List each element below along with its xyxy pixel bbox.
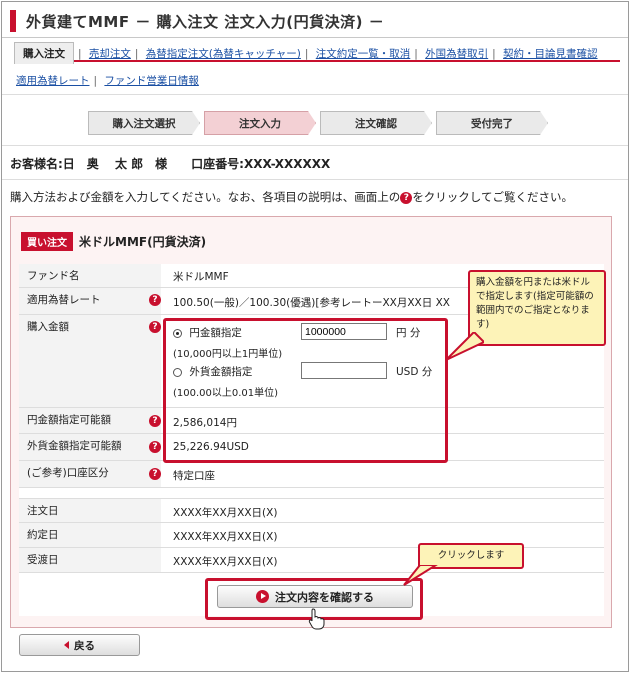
account-type-value: 特定口座 bbox=[173, 470, 215, 482]
order-date-value: XXXX年XX月XX日(X) bbox=[173, 507, 278, 519]
header-accent-bar bbox=[10, 10, 16, 32]
help-icon: ? bbox=[400, 191, 413, 204]
rate-label: 適用為替レート bbox=[19, 288, 161, 314]
divider bbox=[2, 145, 628, 146]
help-icon[interactable]: ? bbox=[149, 294, 161, 306]
sub-nav: 適用為替レート | ファンド営業日情報 bbox=[16, 75, 199, 87]
order-date-label: 注文日 bbox=[19, 499, 161, 522]
nav-link-order-list[interactable]: 注文約定一覧・取消 bbox=[316, 48, 411, 60]
settlement-date-value: XXXX年XX月XX日(X) bbox=[173, 556, 278, 568]
main-nav: 購入注文 | 売却注文 | 為替指定注文(為替キャッチャー) | 注文約定一覧・取消 |… bbox=[14, 42, 620, 64]
tab-purchase-order[interactable]: 購入注文 bbox=[14, 42, 74, 64]
row-account-type: (ご参考)口座区分 ? 特定口座 bbox=[19, 461, 604, 488]
help-icon[interactable]: ? bbox=[149, 441, 161, 453]
row-order-date: 注文日 XXXX年XX月XX日(X) bbox=[19, 498, 604, 523]
execution-date-label: 約定日 bbox=[19, 523, 161, 547]
amount-highlight bbox=[163, 318, 448, 463]
buy-order-badge: 買い注文 bbox=[21, 231, 73, 251]
help-icon[interactable]: ? bbox=[149, 415, 161, 427]
amount-callout: 購入金額を円または米ドルで指定します(指定可能額の範囲内でのご指定となります) bbox=[468, 270, 606, 346]
nav-link-applied-rate[interactable]: 適用為替レート bbox=[16, 75, 90, 87]
panel-title: 買い注文 米ドルMMF(円貨決済) bbox=[21, 231, 207, 251]
fund-title: 米ドルMMF(円貨決済) bbox=[79, 234, 207, 249]
fx-available-label: 外貨金額指定可能額 bbox=[19, 434, 161, 460]
help-icon[interactable]: ? bbox=[149, 321, 161, 333]
fund-value: 米ドルMMF bbox=[173, 271, 229, 283]
nav-link-sell-order[interactable]: 売却注文 bbox=[89, 48, 131, 60]
execution-date-value: XXXX年XX月XX日(X) bbox=[173, 531, 278, 543]
divider bbox=[2, 94, 628, 95]
page-title: 外貨建てMMF － 購入注文 注文入力(円貨決済) － bbox=[26, 13, 385, 31]
page-header: 外貨建てMMF － 購入注文 注文入力(円貨決済) － bbox=[2, 2, 628, 38]
back-arrow-icon bbox=[64, 641, 69, 649]
help-icon[interactable]: ? bbox=[149, 468, 161, 480]
step-complete: 受付完了 bbox=[436, 111, 548, 135]
nav-link-contract-docs[interactable]: 契約・目論見書確認 bbox=[503, 48, 598, 60]
instructions: 購入方法および金額を入力してください。なお、各項目の説明は、画面上の? をクリック… bbox=[10, 190, 573, 204]
amount-label: 購入金額 bbox=[19, 315, 161, 407]
nav-link-fx-trade[interactable]: 外国為替取引 bbox=[425, 48, 488, 60]
step-input-current: 注文入力 bbox=[204, 111, 316, 135]
account-type-label: (ご参考)口座区分 bbox=[19, 461, 161, 487]
hand-cursor-icon bbox=[308, 608, 325, 630]
divider bbox=[2, 179, 628, 180]
step-confirm: 注文確認 bbox=[320, 111, 432, 135]
customer-info: お客様名:日 奥 太 郎 様 口座番号:XXX-XXXXXX bbox=[10, 157, 331, 171]
rate-value: 100.50(一般)／100.30(優遇)[参考レートーXX月XX日 XX bbox=[173, 297, 450, 309]
window-frame: 外貨建てMMF － 購入注文 注文入力(円貨決済) － 購入注文 | 売却注文 | … bbox=[1, 1, 629, 672]
callout-pointer bbox=[403, 565, 438, 586]
back-button[interactable]: 戻る bbox=[19, 634, 140, 656]
yen-available-label: 円金額指定可能額 bbox=[19, 408, 161, 433]
nav-link-fx-order[interactable]: 為替指定注文(為替キャッチャー) bbox=[146, 48, 301, 60]
settlement-date-label: 受渡日 bbox=[19, 548, 161, 572]
callout-pointer bbox=[445, 332, 484, 361]
step-select: 購入注文選択 bbox=[88, 111, 200, 135]
nav-link-fund-business-days[interactable]: ファンド営業日情報 bbox=[104, 75, 199, 87]
fund-label: ファンド名 bbox=[19, 264, 161, 287]
